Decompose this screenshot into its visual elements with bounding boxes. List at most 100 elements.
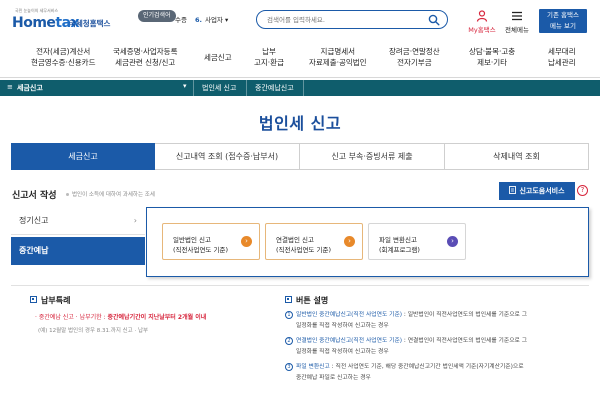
square-bullet-icon (30, 296, 37, 303)
my-hometax-label: My홈택스 (468, 26, 496, 34)
trend-rank: 6. (194, 16, 202, 24)
arrow-right-icon: › (447, 236, 458, 247)
nav-e-invoice[interactable]: 전자(세금)계산서현금영수증·신용카드 (31, 46, 95, 68)
payment-deadline-line: · 중간예납 신고 · 납부기한 : 중간예납기간이 지난날부터 2개월 이내 (35, 312, 206, 321)
number-badge-icon: 3 (285, 362, 293, 371)
help-icon[interactable]: ? (577, 185, 588, 196)
nav-label-line1: 국세증명·사업자등록 (113, 47, 178, 56)
number-badge-icon: 1 (285, 310, 293, 319)
card-subtitle: (직전사업연도 기준) (173, 246, 228, 254)
option-interim-prepayment[interactable]: 중간예납 (11, 237, 145, 265)
option-label: 중간예납 (19, 246, 49, 255)
all-menu-button[interactable]: 전체메뉴 (504, 10, 530, 34)
nav-label-line1: 지급명세서 (320, 47, 356, 56)
nav-label-line2: 납세관리 (548, 58, 576, 67)
breadcrumb-divider (303, 80, 304, 96)
section-title: 신고서 작성 (12, 191, 57, 201)
nav-label-line1: 세금신고 (204, 53, 232, 62)
deadline-prefix: · 중간예납 신고 · 납부기한 : (35, 314, 108, 321)
payment-notice-title: 납부특례 (30, 295, 270, 306)
consolidated-corp-filing-card[interactable]: 연결법인 신고 (직전사업연도 기준) › (265, 223, 363, 260)
arrow-right-icon: › (241, 236, 252, 247)
card-title: 일반법인 신고 (173, 236, 211, 244)
card-title: 파일 변환신고 (379, 236, 417, 244)
tab-deleted-history[interactable]: 삭제내역 조회 (445, 143, 589, 170)
header: 국민 눈높이의 세무서비스 Hometax 국세청홈택스 인기검색어 수증 6. 사… (0, 0, 600, 40)
breadcrumb-level1[interactable]: 법인세 신고 (202, 83, 236, 93)
nav-statements[interactable]: 지급명세서자료제출·공익법인 (309, 46, 367, 68)
nav-payment[interactable]: 납부 고지·환급 (254, 46, 284, 68)
nav-certificates[interactable]: 국세증명·사업자등록세금관련 신청/신고 (113, 46, 177, 68)
option-regular-filing[interactable]: 정기신고 › (11, 207, 145, 235)
section-subtitle: 법인이 소득에 대하여 과세하는 조세 (66, 190, 155, 198)
trend-prev: 수증 (175, 16, 187, 24)
nav-label-line1: 상담·불복·고충 (469, 47, 516, 56)
hometax-logo[interactable]: 국민 눈높이의 세무서비스 Hometax 국세청홈택스 (10, 8, 110, 34)
desc-highlight: 파일 변환신고 (296, 364, 330, 370)
card-subtitle: (직전사업연도 기준) (276, 246, 331, 254)
chevron-down-icon: ▾ (225, 16, 229, 24)
desc-highlight: 연결법인 중간예납신고(직전 사업연도 기준) (296, 338, 403, 344)
nav-label-line2: 현금영수증·신용카드 (31, 58, 96, 67)
trend-word: 사업자 (204, 16, 223, 24)
desc-text: : 연결법인이 직전사업연도의 법인세를 기준으로 그 (402, 338, 528, 344)
search-input[interactable] (267, 14, 427, 26)
menu-icon: ≡ (7, 83, 13, 91)
nav-label-line2: 제보·기타 (477, 58, 508, 67)
payment-notice-title-text: 납부특례 (41, 296, 71, 305)
desc-highlight: 일반법인 중간예납신고(직전 사업연도 기준) (296, 312, 403, 318)
breadcrumb-home[interactable]: 세금신고 (17, 83, 43, 93)
tab-tax-filing[interactable]: 세금신고 (11, 143, 155, 170)
square-bullet-icon (285, 296, 292, 303)
deadline-highlight: 중간예납기간이 지난날부터 2개월 이내 (107, 314, 207, 321)
desc-text-line2: 일정화를 직접 작성하여 신고하는 경우 (296, 349, 389, 355)
chevron-down-icon: ▾ (183, 82, 187, 90)
nav-label-line2: 세금관련 신청/신고 (115, 58, 176, 67)
breadcrumb-level2[interactable]: 중간예납신고 (255, 83, 294, 93)
button-desc-item: 2 연결법인 중간예납신고(직전 사업연도 기준) : 연결법인이 직전사업연도의… (285, 336, 585, 358)
search-box (256, 10, 448, 29)
nav-tax-agent[interactable]: 세무대리납세관리 (548, 46, 576, 68)
button-description-title: 버튼 설명 (285, 295, 590, 306)
document-icon (509, 186, 517, 194)
nav-label-line1: 전자(세금)계산서 (36, 47, 91, 56)
hamburger-icon (512, 11, 522, 21)
my-hometax-button[interactable]: My홈택스 (466, 10, 498, 34)
nav-label-line2: 고지·환급 (254, 58, 284, 67)
tab-bar: 세금신고 신고내역 조회 (접수증·납부서) 신고 부속·증빙서류 제출 삭제내… (11, 143, 589, 170)
card-subtitle: (회계프로그램) (379, 246, 420, 254)
nav-incentives[interactable]: 장려금·연말정산 전자기부금 (389, 46, 440, 68)
filing-guide-button[interactable]: 신고도움서비스 (499, 182, 575, 200)
file-conversion-filing-card[interactable]: 파일 변환신고 (회계프로그램) › (368, 223, 466, 260)
button-desc-item: 1 일반법인 중간예납신고(직전 사업연도 기준) : 일반법인이 직전사업연도의… (285, 310, 585, 332)
bullet-icon (66, 193, 69, 196)
logo-home-text: 국세청홈택스 (69, 19, 111, 28)
page-title: 법인세 신고 (258, 114, 342, 133)
tab-filing-history[interactable]: 신고내역 조회 (접수증·납부서) (155, 143, 300, 170)
general-corp-filing-card[interactable]: 일반법인 신고 (직전사업연도 기준) › (162, 223, 260, 260)
payment-notice: 납부특례 · 중간예납 신고 · 납부기한 : 중간예납기간이 지난날부터 2개… (30, 295, 270, 334)
old-version-line1: 기존 홈택스 (547, 11, 579, 19)
breadcrumb-divider (246, 80, 247, 96)
filing-guide-label: 신고도움서비스 (519, 187, 565, 195)
user-icon (476, 10, 488, 22)
desc-text-line2: 중간예납 파일로 신고하는 경우 (296, 375, 371, 381)
old-version-menu-button[interactable]: 기존 홈택스 메뉴 보기 (539, 9, 587, 33)
nav-label-line2: 자료제출·공익법인 (309, 58, 367, 67)
section-subtitle-text: 법인이 소득에 대하여 과세하는 조세 (72, 192, 155, 198)
nav-label-line1: 세무대리 (548, 47, 576, 56)
breadcrumb-divider (193, 80, 194, 96)
arrow-right-icon: › (344, 236, 355, 247)
search-icon[interactable] (428, 14, 440, 26)
global-nav: 전자(세금)계산서현금영수증·신용카드 국세증명·사업자등록세금관련 신청/신고… (0, 40, 600, 78)
filing-options-panel: 일반법인 신고 (직전사업연도 기준) › 연결법인 신고 (직전사업연도 기준… (146, 207, 589, 277)
popular-search-list[interactable]: 수증 6. 사업자 ▾ (175, 14, 228, 24)
payment-deadline-example: (예) 12월말 법인의 경우 8.31.까지 신고 · 납부 (38, 328, 149, 334)
nav-label-line2: 전자기부금 (397, 58, 432, 67)
nav-consultation[interactable]: 상담·불복·고충제보·기타 (469, 46, 515, 68)
button-description-title-text: 버튼 설명 (296, 296, 329, 305)
tab-supporting-docs[interactable]: 신고 부속·증빙서류 제출 (300, 143, 445, 170)
section-divider (11, 285, 589, 286)
nav-tax-filing[interactable]: 세금신고 (204, 52, 232, 63)
card-title: 연결법인 신고 (276, 236, 314, 244)
